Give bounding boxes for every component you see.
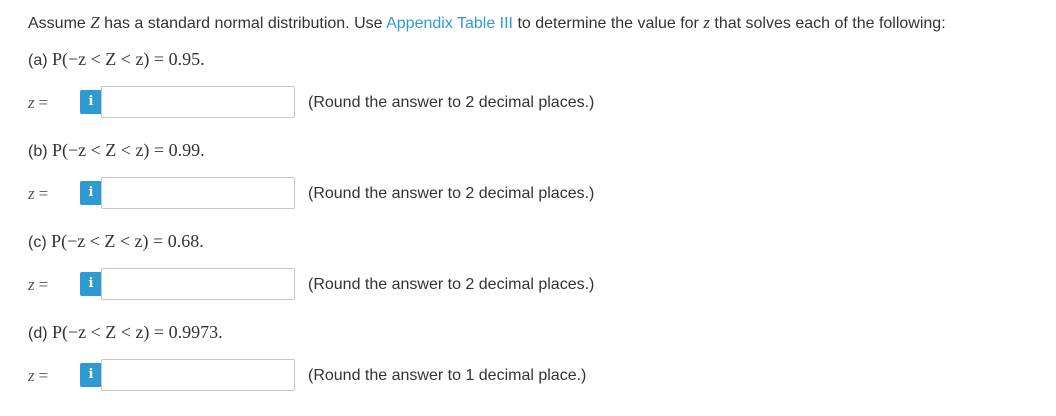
part-b-rounding-hint: (Round the answer to 2 decimal places.) [308, 185, 595, 202]
part-b-z-var: z [28, 184, 35, 203]
part-c-expression: P(−z < Z < z) = 0.68. [51, 231, 204, 251]
intro-text-before: Assume [28, 15, 91, 32]
intro-text-end: that solves each of the following: [709, 15, 946, 32]
part-d-answer-input[interactable] [101, 359, 295, 391]
info-icon[interactable]: i [80, 90, 102, 114]
question-intro: Assume Z has a standard normal distribut… [28, 13, 946, 34]
part-d-z-label: z = [28, 366, 48, 386]
part-b-equals: = [38, 184, 49, 203]
part-c-rounding-hint: (Round the answer to 2 decimal places.) [308, 276, 595, 293]
part-d-expression: P(−z < Z < z) = 0.9973. [52, 322, 223, 342]
part-c-answer-input[interactable] [101, 268, 295, 300]
part-b-z-label: z = [28, 184, 48, 204]
part-a-label: (a) P(−z < Z < z) = 0.95. [28, 49, 205, 71]
part-d-equals: = [38, 366, 49, 385]
part-b-label: (b) P(−z < Z < z) = 0.99. [28, 140, 205, 162]
part-d-label: (d) P(−z < Z < z) = 0.9973. [28, 322, 223, 344]
part-d-rounding-hint: (Round the answer to 1 decimal place.) [308, 367, 587, 384]
info-icon[interactable]: i [80, 181, 102, 205]
part-c-equals: = [38, 275, 49, 294]
part-a-answer-input[interactable] [101, 86, 295, 118]
intro-text-after-link: to determine the value for [513, 15, 704, 32]
part-c-z-var: z [28, 275, 35, 294]
part-d-z-var: z [28, 366, 35, 385]
part-b-letter: (b) [28, 143, 52, 160]
variable-z: z [703, 13, 710, 32]
appendix-table-link[interactable]: Appendix Table III [386, 15, 513, 32]
part-a-rounding-hint: (Round the answer to 2 decimal places.) [308, 94, 595, 111]
part-a-expression: P(−z < Z < z) = 0.95. [52, 49, 205, 69]
part-a-letter: (a) [28, 52, 52, 69]
part-c-z-label: z = [28, 275, 48, 295]
info-icon[interactable]: i [80, 272, 102, 296]
part-a-z-label: z = [28, 93, 48, 113]
info-icon[interactable]: i [80, 363, 102, 387]
part-d-letter: (d) [28, 325, 52, 342]
part-c-letter: (c) [28, 234, 52, 251]
variable-Z: Z [90, 13, 100, 32]
part-c-label: (c) P(−z < Z < z) = 0.68. [28, 231, 204, 253]
part-b-expression: P(−z < Z < z) = 0.99. [52, 140, 205, 160]
part-b-answer-input[interactable] [101, 177, 295, 209]
part-a-equals: = [38, 93, 49, 112]
part-a-z-var: z [28, 93, 35, 112]
intro-text-middle: has a standard normal distribution. Use [99, 15, 387, 32]
